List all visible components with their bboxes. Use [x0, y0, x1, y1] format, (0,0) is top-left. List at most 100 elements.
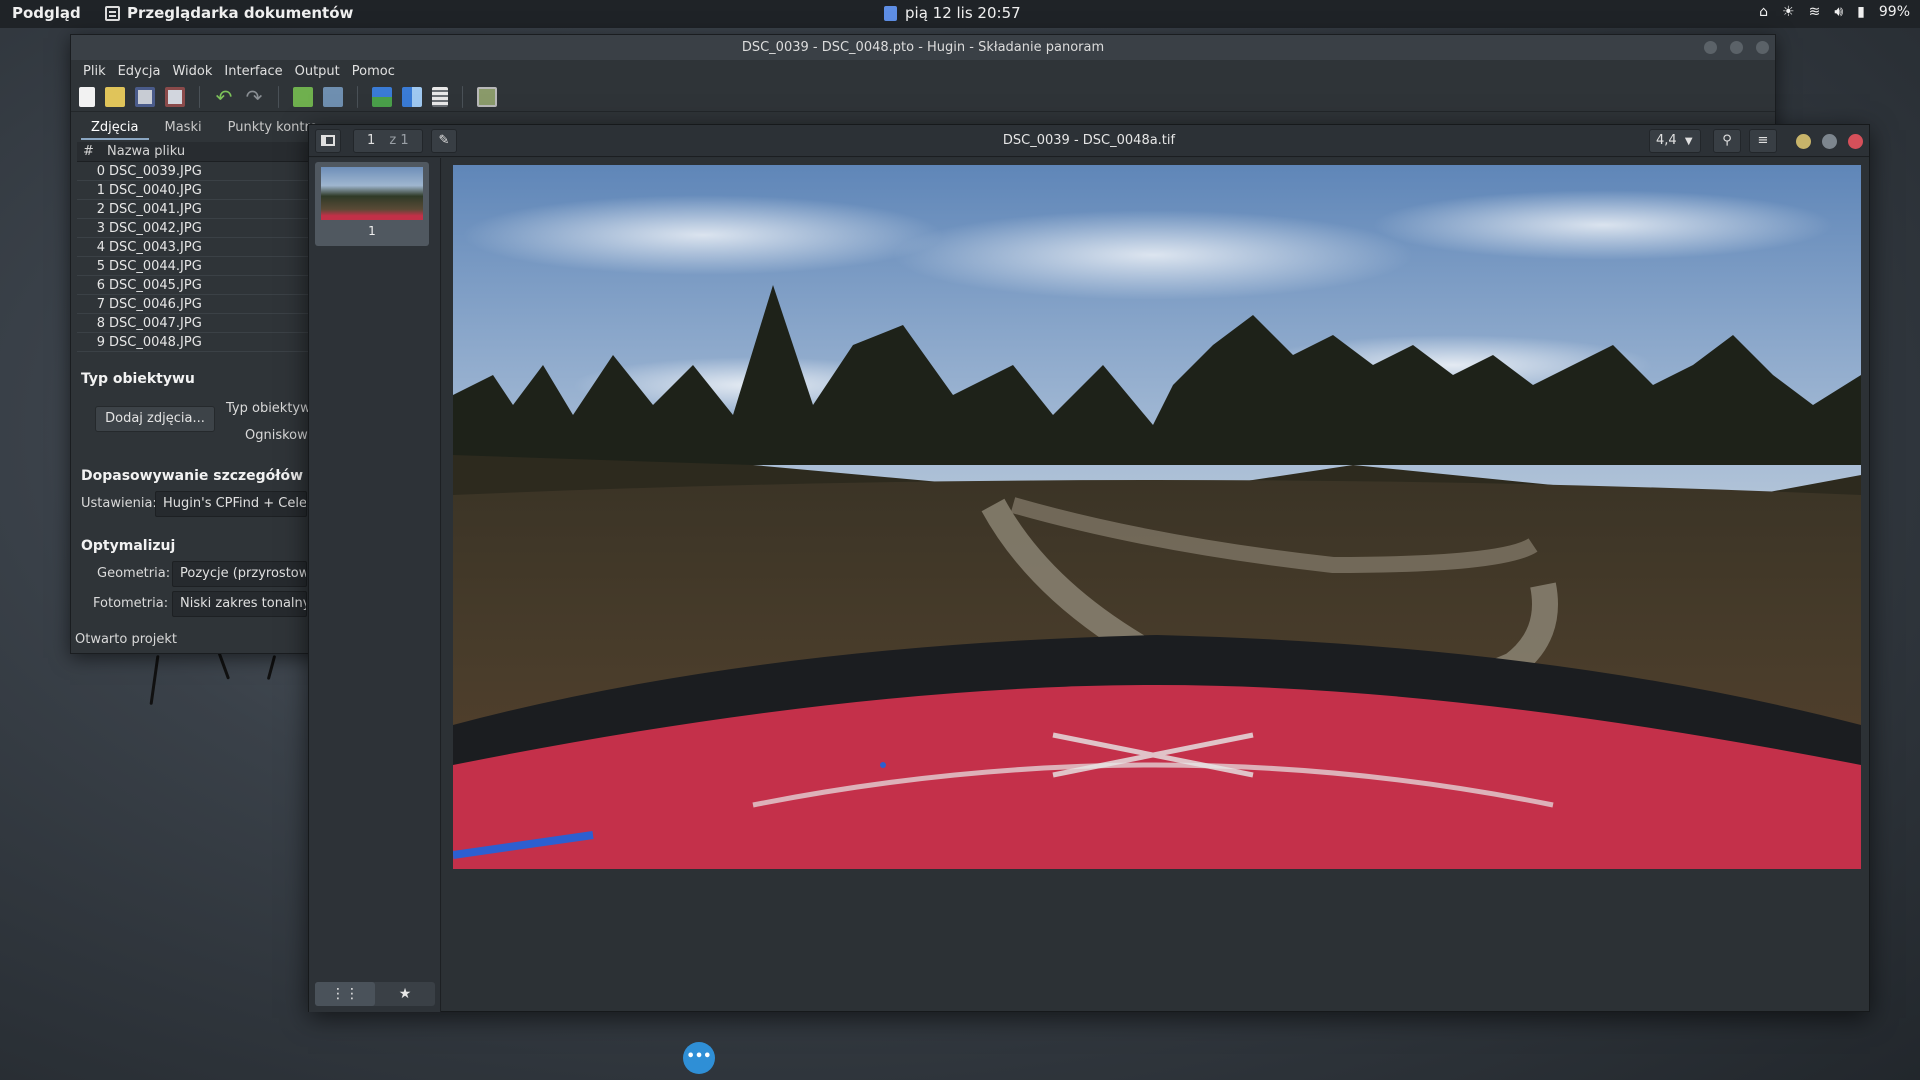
save-as-icon[interactable] — [165, 86, 185, 107]
search-button[interactable]: ⚲ — [1713, 129, 1741, 153]
home-icon[interactable]: ⌂ — [1759, 4, 1768, 20]
document-viewer-icon — [105, 5, 120, 21]
sidebar-mode-switcher: ⋮⋮ ★ — [315, 982, 435, 1006]
lens-section-heading: Typ obiektywu — [81, 371, 195, 387]
close-button[interactable] — [1848, 134, 1863, 149]
search-icon: ⚲ — [1722, 133, 1732, 148]
document-view[interactable] — [442, 158, 1869, 1011]
wallpaper-branch — [216, 650, 231, 680]
row-filename: DSC_0040.JPG — [109, 182, 202, 198]
menu-output[interactable]: Output — [289, 64, 346, 79]
open-project-icon[interactable] — [105, 86, 125, 107]
viewer-title: DSC_0039 - DSC_0048a.tif — [1002, 133, 1176, 148]
redo-icon[interactable]: ↷ — [244, 87, 264, 107]
viewer-headerbar[interactable]: 1 z 1 ✎ DSC_0039 - DSC_0048a.tif 4,4 ▼ ⚲… — [309, 125, 1869, 157]
focal-length-label: Ogniskowa — [245, 428, 316, 443]
thumbnail-page-number: 1 — [368, 224, 376, 238]
settings-label: Ustawienia: — [81, 496, 157, 511]
more-options-button[interactable]: ••• — [683, 1042, 715, 1074]
toolbar-separator — [278, 85, 279, 108]
document-viewer-window: 1 z 1 ✎ DSC_0039 - DSC_0048a.tif 4,4 ▼ ⚲… — [308, 124, 1870, 1012]
row-number: 0 — [96, 163, 105, 179]
fast-preview-icon[interactable] — [402, 86, 422, 107]
tab-zdjecia[interactable]: Zdjęcia — [81, 118, 149, 140]
maximize-button[interactable] — [1730, 41, 1743, 54]
wallpaper-branch — [266, 655, 277, 680]
stitch-icon[interactable] — [477, 86, 497, 107]
row-number: 8 — [96, 315, 105, 331]
hugin-titlebar[interactable]: DSC_0039 - DSC_0048.pto - Hugin - Składa… — [71, 35, 1775, 60]
row-filename: DSC_0041.JPG — [109, 201, 202, 217]
menu-pomoc[interactable]: Pomoc — [346, 64, 401, 79]
app-menu-label: Przeglądarka dokumentów — [127, 4, 354, 22]
toolbar-separator — [199, 85, 200, 108]
control-points-icon[interactable] — [323, 86, 343, 107]
column-filename[interactable]: Nazwa pliku — [107, 144, 185, 159]
clock-label: pią 12 lis 20:57 — [905, 4, 1021, 22]
row-filename: DSC_0046.JPG — [109, 296, 202, 312]
calendar-icon — [884, 5, 897, 21]
menubar: Plik Edycja Widok Interface Output Pomoc — [71, 60, 1775, 82]
hamburger-icon: ≡ — [1757, 133, 1769, 148]
geometry-select[interactable]: Pozycje (przyrostowo, — [172, 561, 307, 587]
status-bar: Otwarto projekt — [75, 632, 177, 647]
matching-section-heading: Dopasowywanie szczegółów — [81, 468, 304, 484]
minimize-button[interactable] — [1796, 134, 1811, 149]
row-filename: DSC_0039.JPG — [109, 163, 202, 179]
row-number: 3 — [96, 220, 105, 236]
add-images-button[interactable]: Dodaj zdjęcia... — [95, 406, 215, 432]
layout-icon[interactable] — [432, 86, 448, 107]
maximize-button[interactable] — [1822, 134, 1837, 149]
settings-select[interactable]: Hugin's CPFind + Celeste — [155, 491, 307, 517]
system-tray[interactable]: ⌂ ☀ ≋ 🔊︎ ▮ 99% — [1759, 4, 1910, 20]
column-number[interactable]: # — [77, 144, 107, 159]
menu-widok[interactable]: Widok — [166, 64, 218, 79]
photometry-select[interactable]: Niski zakres tonalny — [172, 591, 307, 617]
page-thumbnail[interactable]: 1 — [315, 162, 429, 246]
row-filename: DSC_0045.JPG — [109, 277, 202, 293]
toolbar-separator — [357, 85, 358, 108]
top-panel: Podgląd Przeglądarka dokumentów pią 12 l… — [0, 0, 1920, 28]
app-menu[interactable]: Przeglądarka dokumentów — [105, 4, 353, 22]
row-filename: DSC_0043.JPG — [109, 239, 202, 255]
optimize-section-heading: Optymalizuj — [81, 538, 176, 554]
add-images-icon[interactable] — [293, 86, 313, 107]
tab-maski[interactable]: Maski — [155, 118, 212, 140]
hugin-tabs: Zdjęcia Maski Punkty kontro — [71, 118, 328, 140]
menu-edycja[interactable]: Edycja — [112, 64, 167, 79]
undo-icon[interactable]: ↶ — [214, 87, 234, 107]
wifi-icon[interactable]: ≋ — [1809, 4, 1821, 20]
minimize-button[interactable] — [1704, 41, 1717, 54]
row-filename: DSC_0044.JPG — [109, 258, 202, 274]
row-number: 6 — [96, 277, 105, 293]
row-filename: DSC_0042.JPG — [109, 220, 202, 236]
preview-icon[interactable] — [372, 86, 392, 107]
row-number: 5 — [96, 258, 105, 274]
new-project-icon[interactable] — [79, 86, 95, 107]
star-icon[interactable]: ★ — [375, 982, 435, 1006]
zoom-select[interactable]: 4,4 ▼ — [1649, 129, 1701, 153]
row-filename: DSC_0047.JPG — [109, 315, 202, 331]
menu-interface[interactable]: Interface — [218, 64, 288, 79]
row-number: 4 — [96, 239, 105, 255]
close-button[interactable] — [1756, 41, 1769, 54]
menu-plik[interactable]: Plik — [77, 64, 112, 79]
wallpaper-branch — [149, 655, 160, 705]
battery-percent: 99% — [1878, 4, 1910, 20]
toolbar: ↶ ↷ — [71, 82, 1775, 112]
clock[interactable]: pią 12 lis 20:57 — [884, 4, 1021, 22]
battery-icon[interactable]: ▮ — [1857, 4, 1865, 20]
thumbnail-sidebar: 1 ⋮⋮ ★ — [309, 158, 441, 1012]
menu-button[interactable]: ≡ — [1749, 129, 1777, 153]
zoom-value: 4,4 — [1656, 133, 1677, 148]
more-dots-icon: ••• — [686, 1049, 712, 1064]
save-icon[interactable] — [135, 86, 155, 107]
hugin-title: DSC_0039 - DSC_0048.pto - Hugin - Składa… — [741, 40, 1105, 55]
photometry-label: Fotometria: — [93, 596, 169, 611]
volume-icon[interactable]: 🔊︎ — [1834, 4, 1843, 20]
activities-button[interactable]: Podgląd — [12, 4, 81, 22]
grid-icon[interactable]: ⋮⋮ — [315, 982, 375, 1006]
brightness-icon[interactable]: ☀ — [1782, 4, 1795, 20]
geometry-label: Geometria: — [97, 566, 171, 581]
row-number: 9 — [96, 334, 105, 350]
